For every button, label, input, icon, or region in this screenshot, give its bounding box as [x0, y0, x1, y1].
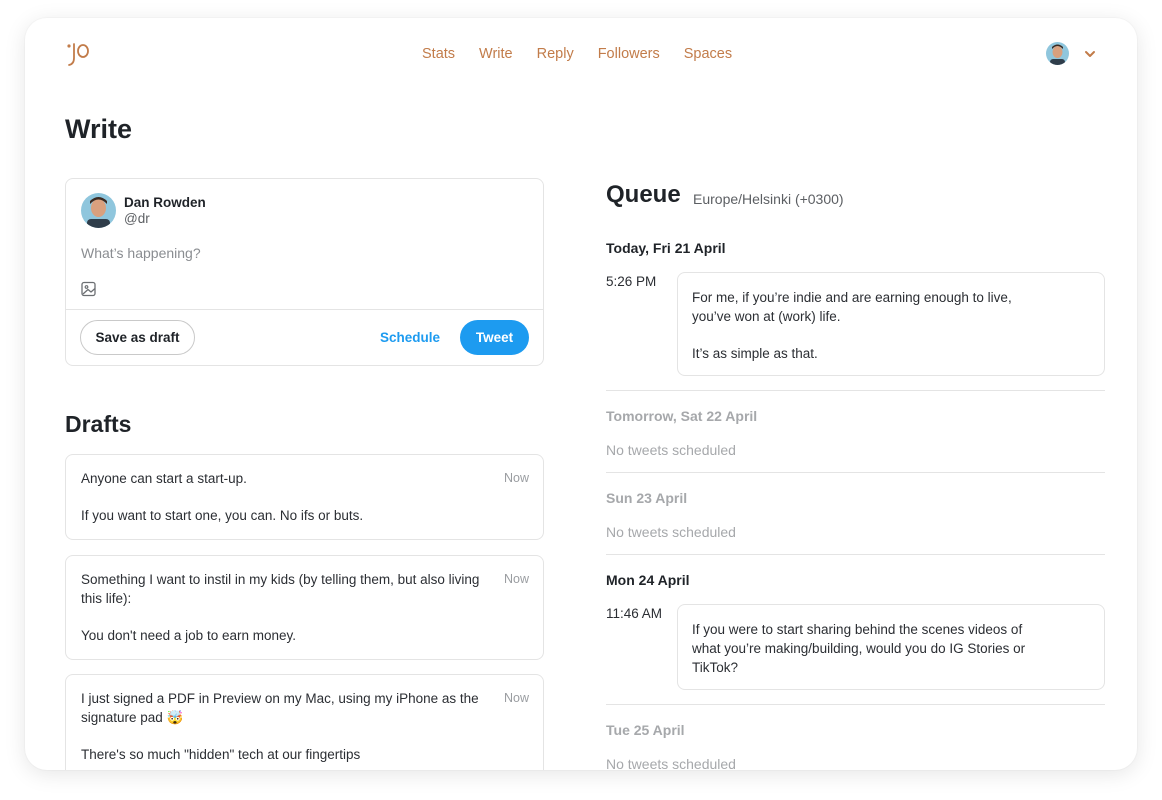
- draft-text: There's so much "hidden" tech at our fin…: [81, 747, 361, 762]
- user-handle: @dr: [124, 211, 150, 226]
- draft-time: Now: [503, 691, 529, 705]
- queue-day-label: Today, Fri 21 April: [606, 240, 726, 256]
- queue-divider: [606, 390, 1105, 391]
- schedule-button[interactable]: Schedule: [370, 320, 450, 355]
- composer-user: Dan Rowden @dr: [81, 193, 206, 228]
- draft-text: I just signed a PDF in Preview on my Mac…: [81, 691, 479, 725]
- tweet-composer: Dan Rowden @dr Save as draft Schedule Tw…: [65, 178, 544, 366]
- queue-title: Queue: [606, 181, 681, 208]
- app-window: Stats Write Reply Followers Spaces Write: [25, 18, 1137, 770]
- draft-time: Now: [503, 572, 529, 586]
- queued-tweet-text: It’s as simple as that.: [692, 346, 818, 361]
- queue-day-label: Sun 23 April: [606, 490, 688, 506]
- queue-divider: [606, 704, 1105, 705]
- main-nav: Stats Write Reply Followers Spaces: [422, 46, 732, 62]
- draft-item[interactable]: Anyone can start a start-up. If you want…: [65, 454, 544, 540]
- tweet-button[interactable]: Tweet: [460, 320, 529, 355]
- timezone-label: Europe/Helsinki (+0300): [693, 191, 844, 207]
- image-icon[interactable]: [80, 280, 98, 298]
- save-draft-button[interactable]: Save as draft: [80, 320, 195, 355]
- nav-spaces[interactable]: Spaces: [684, 46, 732, 62]
- queue-divider: [606, 472, 1105, 473]
- queue-empty-text: No tweets scheduled: [606, 442, 736, 458]
- draft-text: You don't need a job to earn money.: [81, 628, 296, 643]
- queue-day-label: Tue 25 April: [606, 722, 685, 738]
- queued-tweet[interactable]: For me, if you’re indie and are earning …: [677, 272, 1105, 376]
- draft-time: Now: [503, 471, 529, 485]
- draft-item[interactable]: I just signed a PDF in Preview on my Mac…: [65, 674, 544, 770]
- user-menu[interactable]: [1046, 42, 1097, 65]
- queue-day-label: Tomorrow, Sat 22 April: [606, 408, 758, 424]
- avatar: [1046, 42, 1069, 65]
- nav-stats[interactable]: Stats: [422, 46, 455, 62]
- queued-tweet-text: For me, if you’re indie and are earning …: [692, 290, 1012, 324]
- page-title: Write: [65, 114, 133, 144]
- composer-divider: [66, 309, 543, 310]
- queued-tweet-text: If you were to start sharing behind the …: [692, 622, 1026, 675]
- queued-tweet[interactable]: If you were to start sharing behind the …: [677, 604, 1105, 690]
- chevron-down-icon: [1085, 50, 1095, 57]
- nav-reply[interactable]: Reply: [537, 46, 574, 62]
- drafts-title: Drafts: [65, 411, 132, 437]
- queue-slot-time: 11:46 AM: [606, 606, 663, 621]
- queue-slot-time: 5:26 PM: [606, 274, 657, 289]
- queue-empty-text: No tweets scheduled: [606, 524, 736, 540]
- avatar: [81, 193, 116, 228]
- tweet-input[interactable]: [81, 245, 526, 261]
- nav-followers[interactable]: Followers: [598, 46, 660, 62]
- nav-write[interactable]: Write: [479, 46, 513, 62]
- draft-text: Something I want to instil in my kids (b…: [81, 572, 480, 606]
- user-name: Dan Rowden: [124, 195, 206, 210]
- draft-text: If you want to start one, you can. No if…: [81, 508, 364, 523]
- queue-divider: [606, 554, 1105, 555]
- queue-day-label: Mon 24 April: [606, 572, 690, 588]
- draft-text: Anyone can start a start-up.: [81, 471, 247, 486]
- logo-icon[interactable]: [65, 40, 91, 68]
- draft-item[interactable]: Something I want to instil in my kids (b…: [65, 555, 544, 660]
- queue-empty-text: No tweets scheduled: [606, 756, 736, 770]
